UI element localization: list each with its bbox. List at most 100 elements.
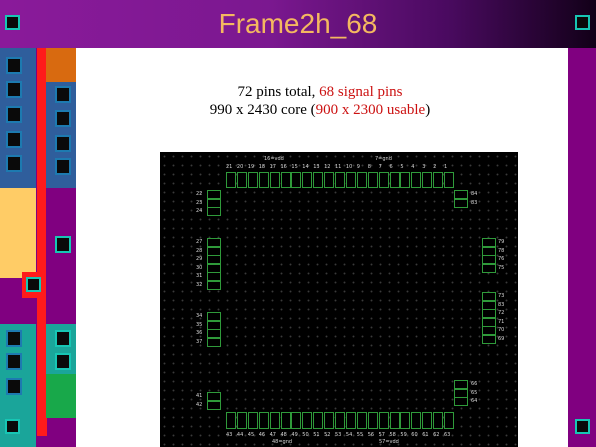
- pin-pad: [302, 412, 313, 429]
- pin-pad: [226, 172, 236, 188]
- pin-pad: [280, 412, 291, 429]
- right-strip: [568, 48, 596, 447]
- pin-label: 70: [498, 327, 505, 333]
- banner-pad: [6, 81, 22, 98]
- pin-label: 41: [196, 393, 203, 399]
- pin-pad: [258, 412, 269, 429]
- pin-label: 60: [411, 432, 418, 438]
- pin-pad: [345, 172, 356, 188]
- pin-pad: [400, 172, 411, 188]
- slide-body: 72 pins total, 68 signal pins 990 x 2430…: [80, 83, 560, 119]
- banner-pad: [55, 330, 71, 347]
- pin-label: 42: [196, 401, 203, 408]
- pin-label: 31: [196, 273, 203, 279]
- pin-pad: [247, 412, 258, 429]
- pin-label: 4: [411, 164, 415, 170]
- pin-pad: [247, 172, 258, 188]
- pin-label: 56: [367, 432, 375, 438]
- pin-pad: [345, 412, 356, 429]
- pin-pad: [444, 172, 454, 188]
- banner-pad: [55, 158, 71, 175]
- pin-label: 57: [378, 432, 385, 438]
- pin-label: 36: [196, 330, 203, 336]
- pin-label: 12: [324, 164, 331, 170]
- pin-label: 23: [196, 199, 203, 206]
- banner-pad: [55, 236, 71, 253]
- pin-pad: [482, 334, 496, 344]
- pin-label: 83: [471, 199, 478, 206]
- pin-label: 44: [236, 432, 244, 438]
- bottom-power-label: 57=vdd: [379, 439, 399, 445]
- corner-square-bottom-left: [5, 419, 20, 434]
- corner-square-top-left: [5, 15, 20, 30]
- pin-label: 2: [433, 164, 437, 170]
- pin-label: 19: [247, 164, 255, 170]
- pin-label: 79: [498, 239, 505, 245]
- pin-label: 49: [291, 432, 298, 438]
- pin-label: 14: [302, 164, 309, 170]
- pin-pad: [313, 412, 324, 429]
- pin-pad: [444, 412, 454, 429]
- pin-label: 51: [313, 432, 320, 438]
- banner-pad: [55, 86, 71, 103]
- pin-pad: [454, 198, 468, 208]
- pin-label: 29: [196, 256, 203, 262]
- pin-label: 46: [258, 432, 266, 438]
- banner-pad: [55, 353, 71, 370]
- pin-label: 35: [196, 321, 203, 328]
- pin-pad: [302, 172, 313, 188]
- pin-pad: [291, 172, 302, 188]
- banner-pad: [6, 131, 22, 148]
- top-power-label: 16=vdd: [264, 156, 284, 162]
- pin-label: 3: [422, 164, 426, 170]
- pin-label: 5: [400, 164, 404, 170]
- pin-label: 50: [302, 432, 309, 438]
- pin-pad: [367, 412, 378, 429]
- pin-label: 53: [335, 432, 342, 438]
- pin-pad: [207, 280, 221, 290]
- pin-pad: [378, 412, 389, 429]
- pin-label: 62: [433, 432, 440, 438]
- pin-label: 10: [345, 164, 353, 170]
- pin-label: 27: [196, 239, 203, 245]
- pin-pad: [422, 412, 433, 429]
- core-size-line: 990 x 2430 core (900 x 2300 usable): [209, 102, 431, 118]
- pin-label: 78: [498, 247, 505, 254]
- pin-label: 59: [400, 432, 407, 438]
- pin-label: 11: [335, 164, 342, 170]
- pin-label: 69: [498, 335, 505, 342]
- pin-label: 54: [345, 432, 353, 438]
- pin-label: 45: [247, 432, 255, 438]
- pin-pad: [236, 412, 247, 429]
- pin-pad: [280, 172, 291, 188]
- banner-square: [26, 277, 41, 292]
- pin-label: 22: [196, 191, 203, 197]
- pin-pad: [411, 412, 422, 429]
- banner-pad: [6, 106, 22, 123]
- banner-pad: [6, 155, 22, 172]
- pin-label: 76: [498, 256, 505, 262]
- pin-label: 61: [422, 432, 429, 438]
- pin-label: 9: [356, 164, 360, 170]
- pin-label: 55: [356, 432, 364, 438]
- pin-pad: [236, 172, 247, 188]
- pin-pad: [400, 412, 411, 429]
- pin-label: 32: [196, 281, 203, 288]
- pin-label: 20: [236, 164, 244, 170]
- pin-label: 63: [444, 432, 451, 438]
- pin-pad: [226, 412, 236, 429]
- banner-pad: [6, 353, 22, 370]
- pin-label: 16: [280, 164, 287, 170]
- pin-label: 18: [258, 164, 266, 170]
- pin-label: 48: [280, 432, 287, 438]
- pin-pad: [378, 172, 389, 188]
- corner-square-top-right: [575, 15, 590, 30]
- banner-pad: [6, 378, 22, 395]
- pin-pad: [433, 412, 444, 429]
- pin-label: 17: [269, 164, 276, 170]
- pin-pad: [313, 172, 324, 188]
- bottom-ground-label: 48=gnd: [272, 439, 293, 445]
- pin-pad: [335, 412, 345, 429]
- pin-pad: [324, 412, 335, 429]
- pin-pad: [454, 397, 468, 406]
